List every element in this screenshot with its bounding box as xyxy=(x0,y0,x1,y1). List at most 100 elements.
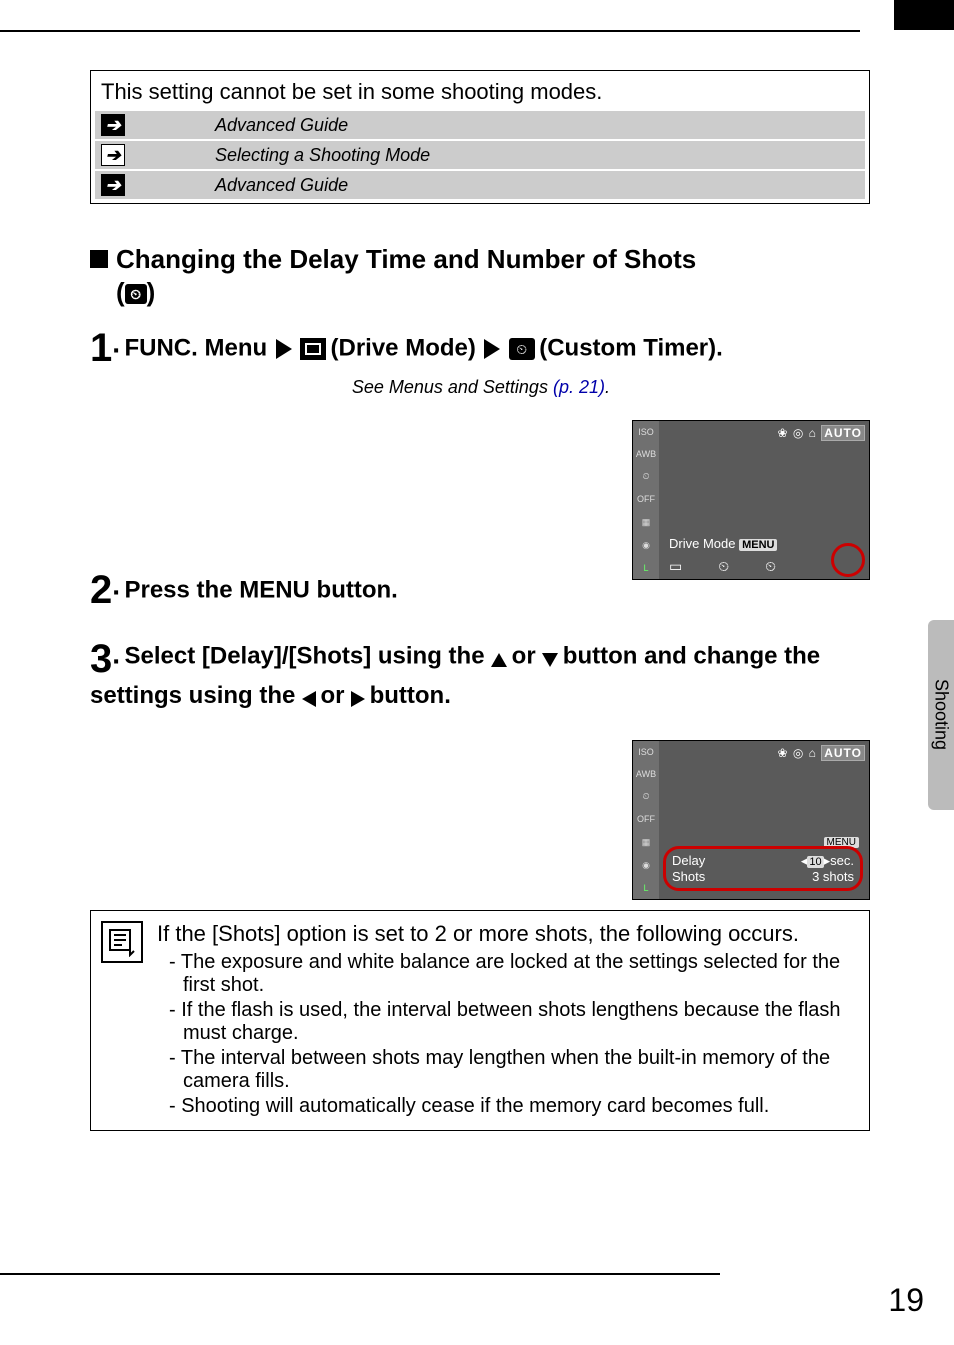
lcd-single-icon: ▭ xyxy=(669,558,682,575)
lcd-disp-icon: ❀ ◎ ⌂ xyxy=(777,426,821,440)
page-corner-tab xyxy=(894,0,954,30)
step-dot: . xyxy=(112,570,120,601)
lcd-timer-icon: ⏲ xyxy=(642,791,649,802)
note-box: If the [Shots] option is set to 2 or mor… xyxy=(90,910,870,1131)
lcd-delay-value: ◂10▸sec. xyxy=(801,853,854,869)
lcd-shots-num: 3 xyxy=(812,869,819,884)
arrow-icon: ➔ xyxy=(101,144,125,166)
arrow-icon: ➔ xyxy=(101,174,125,196)
step-text: FUNC. Menu xyxy=(124,335,267,362)
info-row-label: Advanced Guide xyxy=(215,175,348,196)
lcd-menu-badge: MENU xyxy=(739,539,777,551)
lcd-awb-icon: AWB xyxy=(636,449,656,459)
lcd-off-icon: OFF xyxy=(637,814,655,824)
lcd-timer2-icon: ⏲ xyxy=(765,558,776,575)
step-dot: . xyxy=(112,639,120,670)
lcd-customtimer-panel: Delay ◂10▸sec. Shots 3 shots xyxy=(663,846,863,891)
note-lead: If the [Shots] option is set to 2 or mor… xyxy=(157,921,859,947)
note-body: If the [Shots] option is set to 2 or mor… xyxy=(157,921,859,1120)
lcd-shots-value: 3 shots xyxy=(812,869,854,884)
lcd-comp-icon: ◉ xyxy=(642,540,650,551)
lcd-delay-row: Delay ◂10▸sec. xyxy=(672,853,854,869)
info-row-3: ➔ Advanced Guide xyxy=(95,171,865,199)
paren-open: ( xyxy=(116,277,125,307)
info-row-label: Advanced Guide xyxy=(215,115,348,136)
footer-rule xyxy=(0,1273,720,1275)
lcd-disp-icon: ❀ ◎ ⌂ xyxy=(777,746,821,760)
note-icon xyxy=(101,921,143,963)
arrow-down-icon xyxy=(542,653,558,667)
lcd-delay-num: 10 xyxy=(807,856,823,868)
arrow-left-icon xyxy=(302,691,316,707)
mode-limit-text: This setting cannot be set in some shoot… xyxy=(91,71,869,111)
side-tab-label: Shooting xyxy=(931,679,952,750)
lcd-top-icons: ❀ ◎ ⌂ AUTO xyxy=(777,745,865,761)
custom-timer-icon: ⏲ xyxy=(125,284,147,304)
lcd-timer10-icon: ⏲ xyxy=(718,558,729,575)
lcd-timer-icon: ⏲ xyxy=(642,471,649,482)
page-number: 19 xyxy=(888,1282,924,1319)
lcd-drivemode-label: Drive Mode MENU xyxy=(669,536,777,551)
step-number: 3 xyxy=(90,637,112,682)
see-link[interactable]: (p. 21) xyxy=(553,377,605,397)
lcd-eval-icon: ▦ xyxy=(642,837,651,848)
lcd-sidebar: ISO AWB ⏲ OFF ▦ ◉ L xyxy=(633,421,659,579)
note-item: Shooting will automatically cease if the… xyxy=(157,1095,859,1118)
step-number: 2 xyxy=(90,568,112,613)
lcd-eval-icon: ▦ xyxy=(642,517,651,528)
lcd-drivemode-text: Drive Mode xyxy=(669,536,735,551)
lcd-off-icon: OFF xyxy=(637,494,655,504)
lcd-size-icon: L xyxy=(643,563,648,573)
info-row-label: Selecting a Shooting Mode xyxy=(215,145,430,166)
note-item: If the flash is used, the interval betwe… xyxy=(157,999,859,1045)
lcd-auto-badge: AUTO xyxy=(821,425,865,441)
see-prefix: See Menus and Settings xyxy=(352,377,553,397)
step-text: (Custom Timer). xyxy=(539,335,723,362)
lcd-sidebar: ISO AWB ⏲ OFF ▦ ◉ L xyxy=(633,741,659,899)
lcd-shots-label: Shots xyxy=(672,869,705,884)
info-row-1: ➔ Advanced Guide xyxy=(95,111,865,139)
lcd-shots-unit: shots xyxy=(823,869,854,884)
section-side-tab: Shooting xyxy=(928,620,954,810)
custom-timer-icon: ⏲ xyxy=(509,338,535,360)
triangle-right-icon xyxy=(276,339,292,359)
mode-limit-box: This setting cannot be set in some shoot… xyxy=(90,70,870,204)
triangle-right-icon xyxy=(484,339,500,359)
lcd-top-icons: ❀ ◎ ⌂ AUTO xyxy=(777,425,865,441)
lcd-delay-unit: sec. xyxy=(830,853,854,868)
section-heading: Changing the Delay Time and Number of Sh… xyxy=(90,244,870,308)
lcd-auto-badge: AUTO xyxy=(821,745,865,761)
step-number: 1 xyxy=(90,326,112,371)
lcd-shots-row: Shots 3 shots xyxy=(672,869,854,884)
step-dot: . xyxy=(112,328,120,359)
heading-bullet-icon xyxy=(90,250,108,268)
lcd-preview-drivemode: ISO AWB ⏲ OFF ▦ ◉ L ❀ ◎ ⌂ AUTO Drive Mod… xyxy=(632,420,870,580)
lcd-preview-customtimer: ISO AWB ⏲ OFF ▦ ◉ L ❀ ◎ ⌂ AUTO MENU Dela… xyxy=(632,740,870,900)
heading-sub: (⏲) xyxy=(116,277,696,308)
paren-close: ) xyxy=(147,277,156,307)
note-item: The interval between shots may lengthen … xyxy=(157,1047,859,1093)
step-1: 1. FUNC. Menu (Drive Mode) ⏲ (Custom Tim… xyxy=(90,326,870,371)
arrow-up-icon xyxy=(491,653,507,667)
lcd-highlight-circle xyxy=(831,543,865,577)
info-row-2: ➔ Selecting a Shooting Mode xyxy=(95,141,865,169)
top-rule xyxy=(0,30,860,32)
page-content: This setting cannot be set in some shoot… xyxy=(90,70,870,1131)
lcd-iso-icon: ISO xyxy=(638,747,654,757)
lcd-iso-icon: ISO xyxy=(638,427,654,437)
arrow-right-icon xyxy=(351,691,365,707)
step-text: or xyxy=(512,643,543,670)
step-text: Select [Delay]/[Shots] using the xyxy=(124,643,491,670)
lcd-comp-icon: ◉ xyxy=(642,860,650,871)
step-text: (Drive Mode) xyxy=(331,335,476,362)
see-suffix: . xyxy=(605,377,610,397)
lcd-size-icon: L xyxy=(643,883,648,893)
step-3: 3. Select [Delay]/[Shots] using the or b… xyxy=(90,637,870,710)
step-text: Press the MENU button. xyxy=(124,577,397,604)
note-list: The exposure and white balance are locke… xyxy=(157,951,859,1118)
arrow-icon: ➔ xyxy=(101,114,125,136)
step-text: or xyxy=(320,682,351,709)
see-reference: See Menus and Settings (p. 21). xyxy=(90,377,870,398)
step-text: button. xyxy=(370,682,451,709)
lcd-awb-icon: AWB xyxy=(636,769,656,779)
